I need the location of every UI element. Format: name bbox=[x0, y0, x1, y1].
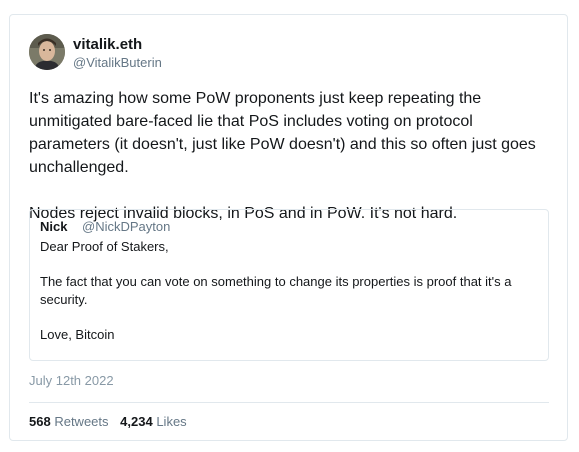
tweet-stats: 568 Retweets 4,234 Likes bbox=[29, 414, 195, 429]
author-display-name[interactable]: vitalik.eth bbox=[73, 36, 142, 53]
quoted-paragraph: Dear Proof of Stakers, bbox=[40, 239, 169, 254]
author-handle[interactable]: @VitalikButerin bbox=[73, 55, 162, 70]
retweets-label: Retweets bbox=[54, 414, 109, 429]
likes-count: 4,234 bbox=[120, 414, 153, 429]
retweets-count: 568 bbox=[29, 414, 51, 429]
tweet-card: vitalik.eth @VitalikButerin It's amazing… bbox=[9, 14, 568, 441]
tweet-text: It's amazing how some PoW proponents jus… bbox=[29, 87, 554, 225]
divider bbox=[29, 402, 549, 403]
quoted-paragraph: Love, Bitcoin bbox=[40, 327, 115, 342]
quoted-author-name[interactable]: Nick bbox=[40, 219, 67, 234]
tweet-date[interactable]: July 12th 2022 bbox=[29, 373, 114, 388]
quoted-tweet-text: Dear Proof of Stakers, The fact that you… bbox=[40, 238, 540, 344]
quoted-tweet[interactable]: Nick @NickDPayton Dear Proof of Stakers,… bbox=[29, 209, 549, 361]
tweet-paragraph: It's amazing how some PoW proponents jus… bbox=[29, 90, 536, 176]
avatar[interactable] bbox=[29, 34, 65, 70]
user-avatar-icon bbox=[29, 34, 65, 70]
retweets-stat[interactable]: 568 Retweets bbox=[29, 414, 109, 429]
likes-stat[interactable]: 4,234 Likes bbox=[120, 414, 187, 429]
likes-label: Likes bbox=[156, 414, 187, 429]
quoted-author-handle[interactable]: @NickDPayton bbox=[82, 219, 170, 234]
quoted-paragraph: The fact that you can vote on something … bbox=[40, 274, 512, 307]
